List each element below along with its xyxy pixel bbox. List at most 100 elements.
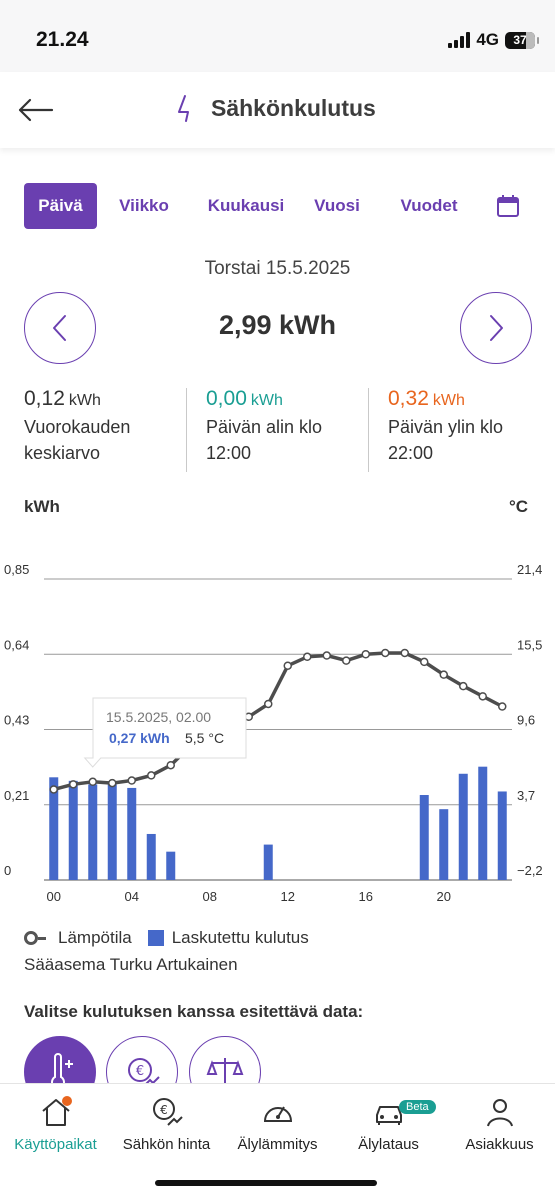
right-axis-title: °C: [509, 497, 529, 516]
stat-max-label: Päivän ylin klo: [388, 417, 504, 437]
divider: [368, 388, 369, 472]
consumption-bar: [107, 784, 117, 880]
consumption-bar: [127, 787, 137, 880]
beta-badge: Beta: [399, 1100, 436, 1114]
x-tick: 12: [281, 889, 295, 904]
period-tabs: Päivä Viikko Kuukausi Vuosi Vuodet: [24, 183, 534, 229]
consumption-bar: [68, 780, 78, 880]
stat-max-time: 22:00: [388, 443, 434, 463]
page-title: Sähkönkulutus: [211, 94, 376, 121]
consumption-bar: [146, 833, 156, 880]
y-right-tick: 21,4: [517, 562, 542, 577]
temperature-point: [49, 785, 58, 794]
stat-average-sublabel: keskiarvo: [24, 443, 101, 463]
temperature-legend-icon: [24, 931, 38, 945]
temperature-point: [88, 777, 97, 787]
legend-consumption: Laskutettu kulutus: [171, 928, 309, 947]
tab-year[interactable]: Vuosi: [310, 183, 364, 229]
x-tick: 00: [47, 889, 61, 904]
battery-icon: 37: [505, 31, 539, 49]
tab-week[interactable]: Viikko: [108, 183, 180, 229]
consumption-bar: [166, 851, 176, 880]
y-right-tick: 9,6: [517, 713, 535, 728]
stat-min: 0,00 kWh Päivän alin klo 12:00: [206, 386, 322, 466]
network-type: 4G: [476, 30, 499, 49]
temperature-point: [264, 699, 273, 709]
stat-max-value: 0,32: [388, 387, 429, 410]
x-tick: 08: [203, 889, 217, 904]
consumption-legend-icon: [147, 930, 164, 946]
chart-legend: Lämpötila Laskutettu kulutus: [24, 928, 309, 948]
nav-label: Älylataus: [358, 1136, 419, 1153]
temperature-point: [478, 692, 487, 701]
nav-asiakkuus[interactable]: Asiakkuus: [444, 1094, 555, 1153]
home-icon: [41, 1096, 72, 1126]
nav-sahkon-hinta[interactable]: € Sähkön hinta: [111, 1094, 222, 1153]
svg-text:€: €: [160, 1103, 168, 1117]
nav-label: Asiakkuus: [465, 1136, 534, 1153]
euro-trend-icon: €: [152, 1098, 183, 1126]
nav-kayttopaikat[interactable]: Käyttöpaikat: [0, 1094, 111, 1153]
tooltip-title: 15.5.2025, 02.00: [106, 709, 211, 725]
consumption-bar: [263, 844, 273, 880]
back-button[interactable]: [16, 92, 56, 128]
page-title-group: Sähkönkulutus: [175, 94, 376, 122]
arrow-left-icon: [18, 98, 54, 122]
stat-min-unit: kWh: [250, 392, 283, 409]
temperature-point: [361, 650, 370, 659]
y-left-tick: 0,21: [4, 788, 29, 803]
consumption-bar: [478, 766, 488, 880]
tooltip-kwh: 0,27 kWh: [109, 730, 170, 746]
choose-data-heading: Valitse kulutuksen kanssa esitettävä dat…: [24, 1002, 364, 1021]
tab-day[interactable]: Päivä: [24, 183, 97, 229]
temperature-point: [283, 661, 292, 670]
home-indicator: [155, 1180, 377, 1186]
divider: [186, 388, 187, 472]
temperature-point: [498, 702, 507, 711]
temperature-legend-line: [38, 936, 46, 940]
temperature-point: [303, 652, 312, 662]
consumption-bar: [458, 773, 468, 880]
tab-years[interactable]: Vuodet: [390, 183, 468, 229]
weather-station: Sääasema Turku Artukainen: [24, 955, 238, 974]
signal-icon: [448, 32, 471, 48]
lightning-icon: [178, 95, 189, 122]
tab-month[interactable]: Kuukausi: [196, 183, 296, 229]
calendar-icon[interactable]: [496, 194, 520, 218]
y-right-tick: −2,2: [517, 863, 543, 878]
temperature-point: [127, 776, 136, 785]
stat-average-label: Vuorokauden: [24, 417, 131, 437]
temperature-point: [322, 651, 331, 660]
legend-temperature: Lämpötila: [58, 928, 132, 947]
battery-level: 37: [513, 32, 527, 47]
chevron-right-icon: [490, 315, 503, 341]
temperature-point: [166, 760, 175, 770]
gauge-icon: [263, 1106, 292, 1122]
person-icon: [486, 1099, 513, 1127]
nav-label: Älylämmitys: [237, 1136, 318, 1153]
nav-label: Sähkön hinta: [122, 1136, 211, 1153]
temperature-point: [69, 780, 78, 789]
tooltip-temp: 5,5 °C: [185, 730, 224, 746]
stat-max-unit: kWh: [432, 392, 465, 409]
temperature-point: [439, 670, 448, 679]
nav-alylataus[interactable]: Beta Älylataus: [333, 1094, 444, 1153]
stat-min-value: 0,00: [206, 387, 247, 410]
consumption-bar: [497, 791, 507, 880]
left-axis-title: kWh: [24, 497, 60, 516]
temperature-point: [400, 648, 409, 658]
selected-date: Torstai 15.5.2025: [204, 258, 351, 279]
temperature-point: [147, 771, 156, 780]
next-day-button[interactable]: [460, 292, 532, 364]
stats-row: 0,12 kWh Vuorokauden keskiarvo 0,00 kWh Pä…: [0, 386, 555, 472]
consumption-bar: [419, 795, 429, 880]
stat-average-value: 0,12: [24, 387, 65, 410]
consumption-bar: [88, 784, 98, 880]
nav-alylammitys[interactable]: Älylämmitys: [222, 1094, 333, 1153]
stat-min-time: 12:00: [206, 443, 252, 463]
stat-min-label: Päivän alin klo: [206, 417, 323, 437]
svg-text:€: €: [136, 1064, 144, 1079]
y-right-tick: 3,7: [517, 788, 535, 803]
consumption-chart[interactable]: 0 −2,2 0,21 3,7 0,43 9,6 0,64 15,5 0,85 21,4 00 04 0…: [0, 560, 555, 912]
y-left-tick: 0: [4, 863, 11, 878]
